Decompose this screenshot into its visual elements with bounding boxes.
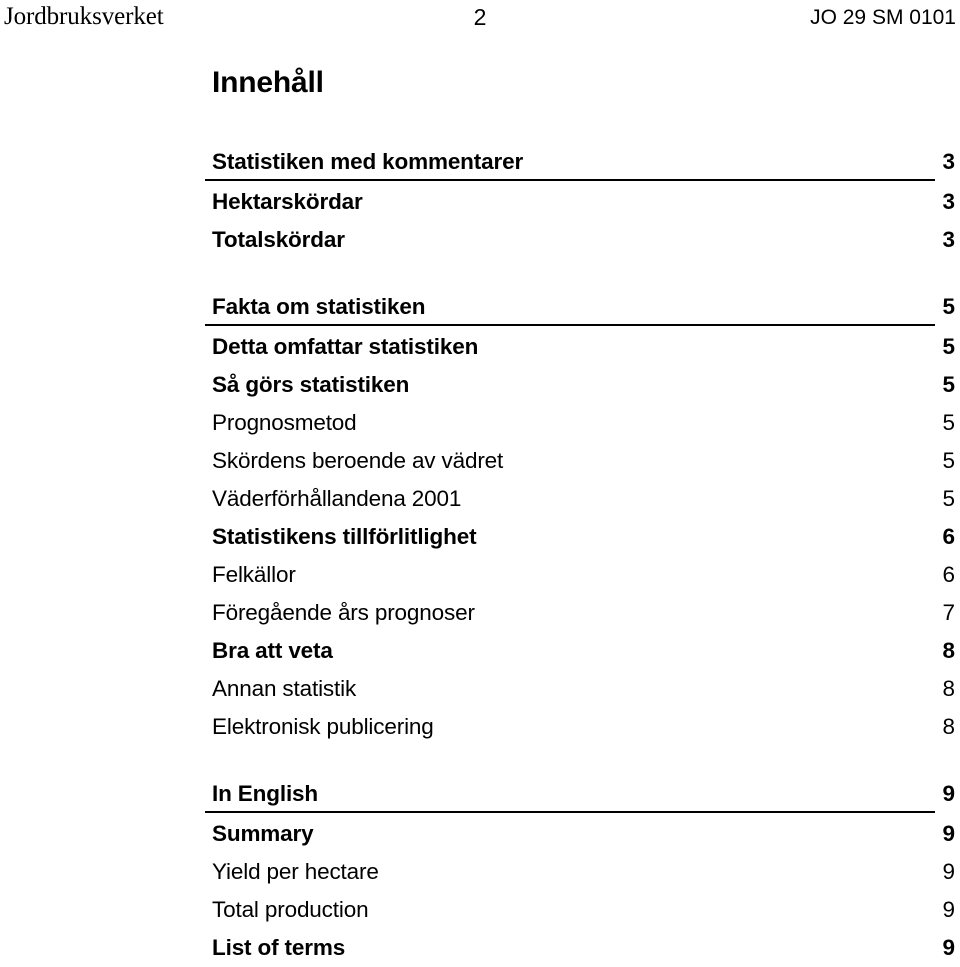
toc-entry[interactable]: Yield per hectare 9 bbox=[205, 853, 956, 891]
toc-entry[interactable]: List of terms 9 bbox=[205, 929, 956, 967]
toc-entry-label: Så görs statistiken bbox=[212, 372, 410, 397]
toc-entry-label: Summary bbox=[212, 821, 314, 846]
document-page: Jordbruksverket 2 JO 29 SM 0101 Innehåll… bbox=[0, 0, 960, 960]
toc-entry[interactable]: Föregående års prognoser 7 bbox=[205, 594, 956, 632]
toc-section: Fakta om statistiken 5 Detta omfattar stat… bbox=[205, 288, 956, 746]
toc-entry-page-number: 5 bbox=[942, 294, 955, 319]
toc-entry-label: Statistikens tillförlitlighet bbox=[212, 524, 477, 549]
toc-section-divider bbox=[205, 179, 935, 181]
toc-entry-label: Statistiken med kommentarer bbox=[212, 149, 524, 174]
toc-entry[interactable]: Total production 9 bbox=[205, 891, 956, 929]
toc-entry-label: Fakta om statistiken bbox=[212, 294, 426, 319]
toc-entry[interactable]: Bra att veta 8 bbox=[205, 632, 956, 670]
toc-entry-page-number: 5 bbox=[942, 334, 955, 359]
table-of-contents: Statistiken med kommentarer 3 Hektarskörda… bbox=[205, 143, 956, 967]
toc-entry[interactable]: Så görs statistiken 5 bbox=[205, 366, 956, 404]
toc-entry[interactable]: Prognosmetod 5 bbox=[205, 404, 956, 442]
toc-entry-page-number: 9 bbox=[942, 897, 955, 922]
toc-entry-page-number: 9 bbox=[942, 935, 955, 960]
toc-entry-label: Felkällor bbox=[212, 562, 296, 587]
toc-entry-label: In English bbox=[212, 781, 319, 806]
toc-entry-page-number: 5 bbox=[942, 372, 955, 397]
toc-entry-page-number: 5 bbox=[942, 410, 955, 435]
toc-entry-page-number: 9 bbox=[942, 821, 955, 846]
toc-entry-label: Prognosmetod bbox=[212, 410, 357, 435]
toc-entry-label: Väderförhållandena 2001 bbox=[212, 486, 462, 511]
toc-entry[interactable]: Detta omfattar statistiken 5 bbox=[205, 328, 956, 366]
toc-entry[interactable]: Elektronisk publicering 8 bbox=[205, 708, 956, 746]
toc-section-divider bbox=[205, 811, 935, 813]
toc-entry-page-number: 7 bbox=[942, 600, 955, 625]
toc-section: Statistiken med kommentarer 3 Hektarskörda… bbox=[205, 143, 956, 259]
toc-entry[interactable]: Fakta om statistiken 5 bbox=[205, 288, 956, 326]
toc-entry-label: Bra att veta bbox=[212, 638, 333, 663]
toc-section-divider bbox=[205, 324, 935, 326]
toc-entry[interactable]: Skördens beroende av vädret 5 bbox=[205, 442, 956, 480]
toc-entry-label: Annan statistik bbox=[212, 676, 357, 701]
toc-section: In English 9 Summary 9 Yield per hectare 9 Tot… bbox=[205, 775, 956, 967]
toc-entry-label: Detta omfattar statistiken bbox=[212, 334, 479, 359]
toc-entry[interactable]: In English 9 bbox=[205, 775, 956, 813]
toc-entry[interactable]: Felkällor 6 bbox=[205, 556, 956, 594]
toc-entry-label: Yield per hectare bbox=[212, 859, 379, 884]
toc-entry-label: Skördens beroende av vädret bbox=[212, 448, 504, 473]
toc-entry-page-number: 8 bbox=[942, 638, 955, 663]
header-publication-code: JO 29 SM 0101 bbox=[810, 6, 956, 29]
toc-entry-label: Total production bbox=[212, 897, 369, 922]
toc-entry-page-number: 3 bbox=[942, 149, 955, 174]
running-header: Jordbruksverket 2 JO 29 SM 0101 bbox=[0, 0, 960, 40]
toc-entry-page-number: 9 bbox=[942, 781, 955, 806]
toc-entry-label: Elektronisk publicering bbox=[212, 714, 434, 739]
toc-entry-label: Föregående års prognoser bbox=[212, 600, 475, 625]
toc-entry[interactable]: Hektarskördar 3 bbox=[205, 183, 956, 221]
toc-entry-label: Hektarskördar bbox=[212, 189, 363, 214]
toc-entry-page-number: 3 bbox=[942, 189, 955, 214]
toc-entry[interactable]: Statistikens tillförlitlighet 6 bbox=[205, 518, 956, 556]
toc-entry-page-number: 5 bbox=[942, 486, 955, 511]
toc-entry-page-number: 8 bbox=[942, 714, 955, 739]
toc-entry-page-number: 8 bbox=[942, 676, 955, 701]
toc-entry[interactable]: Totalskördar 3 bbox=[205, 221, 956, 259]
page-title: Innehåll bbox=[212, 66, 324, 99]
toc-entry[interactable]: Summary 9 bbox=[205, 815, 956, 853]
toc-entry-page-number: 5 bbox=[942, 448, 955, 473]
toc-entry-page-number: 6 bbox=[942, 562, 955, 587]
toc-entry-page-number: 3 bbox=[942, 227, 955, 252]
toc-entry-label: Totalskördar bbox=[212, 227, 345, 252]
toc-entry[interactable]: Annan statistik 8 bbox=[205, 670, 956, 708]
toc-entry-page-number: 9 bbox=[942, 859, 955, 884]
toc-entry-page-number: 6 bbox=[942, 524, 955, 549]
toc-entry[interactable]: Statistiken med kommentarer 3 bbox=[205, 143, 956, 181]
toc-entry-label: List of terms bbox=[212, 935, 346, 960]
toc-entry[interactable]: Väderförhållandena 2001 5 bbox=[205, 480, 956, 518]
